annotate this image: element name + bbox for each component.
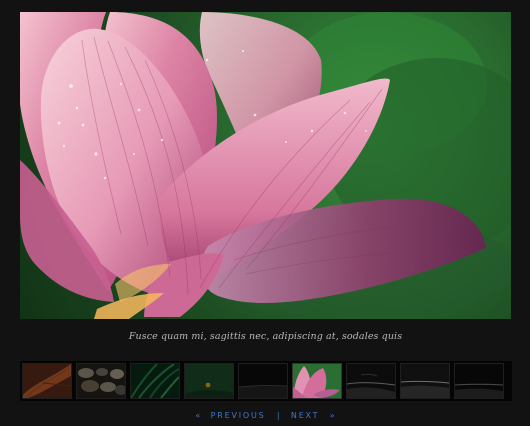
lotus-thumbnail-image [293, 364, 341, 398]
stones-thumbnail-image [77, 364, 125, 398]
thumbnail-stones[interactable] [76, 363, 126, 399]
thumbnail-strip [20, 361, 512, 401]
thumbnail-dark-landscape[interactable] [238, 363, 288, 399]
thumbnail-leaf[interactable] [22, 363, 72, 399]
previous-arrow-icon[interactable]: « [195, 411, 200, 421]
next-link[interactable]: NEXT [291, 411, 319, 420]
photo-caption: Fusce quam mi, sagittis nec, adipiscing … [128, 331, 403, 342]
navigation-separator: | [276, 411, 280, 420]
thumbnail-shoreline[interactable] [346, 363, 396, 399]
gallery-navigation: « PREVIOUS | NEXT » [0, 411, 530, 421]
thumbnail-grass[interactable] [130, 363, 180, 399]
thumbnail-sea-horizon[interactable] [454, 363, 504, 399]
thumbnail-beach[interactable] [400, 363, 450, 399]
leaf-thumbnail-image [23, 364, 71, 398]
shoreline-thumbnail-image [347, 364, 395, 398]
sea-horizon-thumbnail-image [455, 364, 503, 398]
previous-link[interactable]: PREVIOUS [211, 411, 266, 420]
next-arrow-icon[interactable]: » [330, 411, 335, 421]
lotus-photo-svg [20, 12, 511, 319]
beach-thumbnail-image [401, 364, 449, 398]
grass-thumbnail-image [131, 364, 179, 398]
thumbnail-lotus[interactable] [292, 363, 342, 399]
green-field-thumbnail-image [185, 364, 233, 398]
featured-lotus-photo [20, 12, 511, 319]
dark-landscape-thumbnail-image [239, 364, 287, 398]
gallery-page: Fusce quam mi, sagittis nec, adipiscing … [0, 0, 530, 426]
thumbnail-green-field[interactable] [184, 363, 234, 399]
